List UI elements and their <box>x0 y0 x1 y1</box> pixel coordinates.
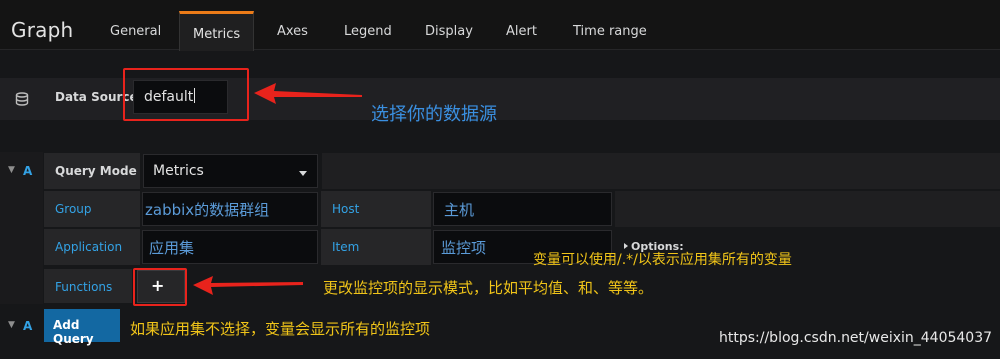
watermark: https://blog.csdn.net/weixin_44054037 <box>719 330 993 346</box>
arrow-icon <box>193 83 362 295</box>
annotation-functions: 更改监控项的显示模式，比如平均值、和、等等。 <box>323 279 654 297</box>
annotation-variable: 变量可以使用/.*/以表示应用集所有的变量 <box>533 252 792 268</box>
annotation-arrows <box>193 83 362 295</box>
annotation-datasource: 选择你的数据源 <box>371 104 497 125</box>
annotation-add-query: 如果应用集不选择，变量会显示所有的监控项 <box>130 320 431 338</box>
